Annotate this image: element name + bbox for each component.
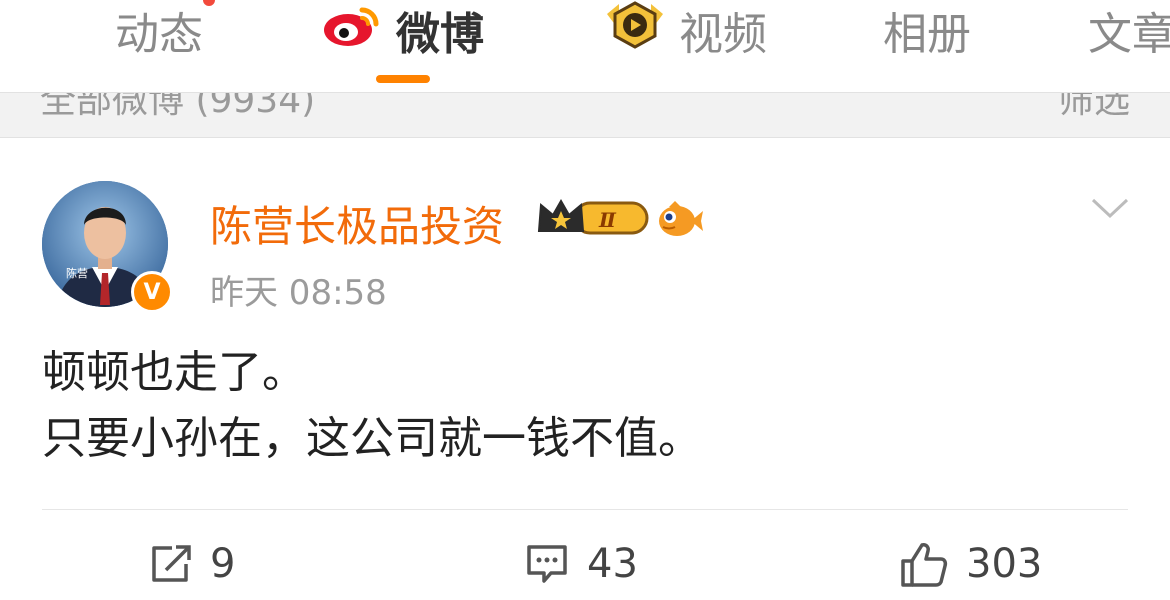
repost-button[interactable]: 9 — [150, 536, 235, 592]
tab-weibo[interactable]: 微博 — [322, 0, 484, 60]
post-line: 只要小孙在，这公司就一钱不值。 — [42, 413, 702, 464]
tab-articles[interactable]: 文章 — [1088, 0, 1170, 60]
author-name[interactable]: 陈营长极品投资 — [210, 193, 504, 254]
tab-dynamics[interactable]: 动态 — [115, 0, 203, 60]
repost-count: 9 — [210, 541, 236, 587]
thumbs-up-icon — [901, 543, 948, 587]
filter-button[interactable]: 筛选 — [1058, 93, 1130, 123]
profile-tab-bar: 动态 微博 视频 相册 文章 — [0, 0, 1170, 92]
post-content: 顿顿也走了。 只要小孙在，这公司就一钱不值。 — [42, 340, 1132, 472]
fan-badge-icon[interactable] — [657, 199, 703, 243]
comment-count: 43 — [587, 541, 638, 587]
like-button[interactable]: 303 — [900, 536, 1042, 592]
tab-album[interactable]: 相册 — [883, 0, 971, 60]
feed-filter-bar: 全部微博 (9934) 筛选 — [0, 92, 1170, 138]
member-crown-badge[interactable]: Ⅱ — [535, 197, 651, 243]
tab-video[interactable]: 视频 — [605, 0, 767, 60]
verified-mark: V — [143, 279, 161, 305]
weibo-logo-icon — [322, 2, 382, 59]
video-play-badge-icon — [605, 0, 665, 61]
post-line: 顿顿也走了。 — [42, 347, 306, 398]
like-count: 303 — [966, 541, 1043, 587]
post-timestamp: 昨天 08:58 — [210, 273, 387, 313]
repost-icon — [152, 545, 191, 582]
avatar-caption: 陈营 — [66, 266, 88, 280]
verified-badge: V — [131, 271, 173, 313]
tab-label: 文章 — [1088, 9, 1170, 60]
comment-icon — [527, 545, 567, 583]
notification-dot — [203, 0, 215, 6]
post-menu-chevron-icon[interactable] — [1090, 196, 1130, 226]
tab-label: 微博 — [396, 9, 484, 60]
member-level: Ⅱ — [598, 208, 617, 232]
tab-label: 相册 — [883, 9, 971, 60]
active-tab-indicator — [376, 75, 430, 83]
all-posts-count: 全部微博 (9934) — [40, 92, 316, 121]
weibo-profile-screen: 动态 微博 视频 相册 文章 全部微博 (9934) 筛选 陈营 V 陈营长极品… — [0, 0, 1170, 600]
actions-divider — [42, 509, 1128, 510]
comment-button[interactable]: 43 — [525, 536, 638, 592]
tab-label: 视频 — [679, 9, 767, 60]
tab-label: 动态 — [115, 9, 203, 60]
